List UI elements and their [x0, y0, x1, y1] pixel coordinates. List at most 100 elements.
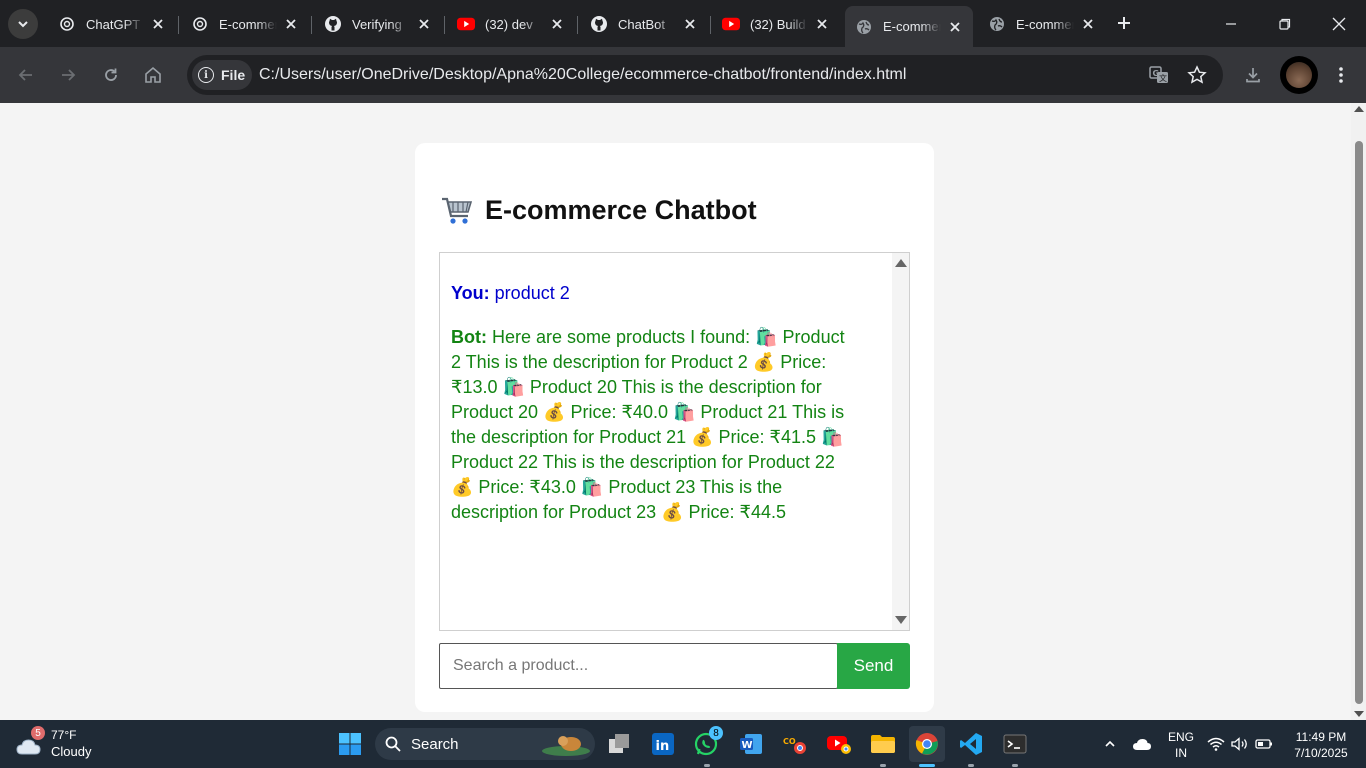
forward-button[interactable]: [52, 59, 84, 91]
restore-button[interactable]: [1258, 0, 1312, 47]
linkedin-app[interactable]: in: [645, 726, 681, 762]
start-button[interactable]: [332, 726, 368, 762]
scroll-down-arrow-icon[interactable]: [895, 616, 907, 624]
home-button[interactable]: [137, 59, 169, 91]
language-line-1: ENG: [1167, 730, 1194, 744]
send-button[interactable]: Send: [837, 643, 910, 689]
folder-icon: [871, 735, 895, 753]
page-scrollbar[interactable]: [1351, 103, 1366, 720]
file-explorer-app[interactable]: [865, 726, 901, 762]
youtube-chrome-app[interactable]: [821, 726, 857, 762]
globe-icon: [988, 15, 1006, 33]
profile-avatar[interactable]: [1280, 56, 1318, 94]
clock-time: 11:49 PM: [1295, 730, 1347, 744]
close-tab-icon[interactable]: [549, 16, 565, 32]
chevron-up-icon: [1105, 740, 1115, 747]
svg-text:in: in: [656, 739, 670, 754]
system-clock[interactable]: 11:49 PM 7/10/2025: [1286, 729, 1356, 761]
url-text[interactable]: C:/Users/user/OneDrive/Desktop/Apna%20Co…: [259, 66, 906, 84]
quick-settings-button[interactable]: [1204, 726, 1276, 762]
tab-separator: [178, 16, 179, 34]
onedrive-button[interactable]: [1124, 726, 1160, 762]
battery-icon: [1255, 739, 1272, 749]
close-tab-icon[interactable]: [150, 16, 166, 32]
tab-separator: [710, 16, 711, 34]
vscode-app[interactable]: [953, 726, 989, 762]
taskbar-search-label: Search: [411, 735, 459, 753]
minimize-icon: [1226, 22, 1236, 25]
linkedin-icon: in: [652, 733, 674, 755]
bot-message-line: ₹13.0 🛍️ Product 20 This is the descript…: [451, 377, 822, 397]
search-input[interactable]: [439, 643, 838, 689]
tab-search-button[interactable]: [8, 9, 38, 39]
tab-title: (32) dev: [485, 16, 533, 32]
language-indicator[interactable]: ENG IN: [1163, 729, 1199, 761]
tab-title: E-commerce: [883, 19, 941, 34]
colab-icon: CO: [783, 737, 806, 754]
page-title: E-commerce Chatbot: [441, 195, 757, 226]
terminal-app[interactable]: [997, 726, 1033, 762]
back-button[interactable]: [10, 59, 42, 91]
close-tab-icon[interactable]: [1080, 16, 1096, 32]
tab-title: E-commerce: [1016, 16, 1074, 32]
minimize-button[interactable]: [1204, 0, 1258, 47]
new-tab-button[interactable]: [1110, 9, 1138, 37]
chat-scrollbar[interactable]: [892, 253, 909, 630]
youtube-icon: [722, 15, 740, 33]
reload-button[interactable]: [95, 59, 127, 91]
weather-widget[interactable]: 5 77°F Cloudy: [14, 726, 124, 762]
site-info-chip[interactable]: i File: [192, 60, 252, 90]
downloads-button[interactable]: [1237, 59, 1269, 91]
scrollbar-thumb[interactable]: [1355, 141, 1363, 704]
tab-ecommerce-active[interactable]: E-commerce: [845, 6, 973, 47]
tab-youtube-dev[interactable]: (32) dev: [447, 6, 575, 42]
tab-title: E-commerce: [219, 16, 277, 32]
close-tab-icon[interactable]: [682, 16, 698, 32]
close-window-button[interactable]: [1312, 0, 1366, 47]
chrome-app[interactable]: [909, 726, 945, 762]
globe-icon: [855, 18, 873, 36]
vscode-icon: [960, 733, 982, 755]
whatsapp-app[interactable]: 8: [689, 726, 725, 762]
github-icon: [590, 15, 608, 33]
task-view-button[interactable]: [601, 726, 637, 762]
tab-youtube-build[interactable]: (32) Build: [712, 6, 840, 42]
arrow-right-icon: [62, 69, 76, 81]
scroll-up-arrow-icon[interactable]: [1354, 106, 1364, 112]
tab-ecommerce-2[interactable]: E-commerce: [978, 6, 1106, 42]
user-message-text: product 2: [494, 283, 570, 303]
youtube-icon: [827, 736, 851, 754]
svg-text:CO: CO: [783, 737, 796, 746]
bookmark-star-icon[interactable]: [1185, 63, 1209, 87]
close-tab-icon[interactable]: [283, 16, 299, 32]
running-indicator: [968, 764, 974, 767]
word-app[interactable]: W: [733, 726, 769, 762]
search-icon: [385, 736, 401, 752]
translate-icon[interactable]: G文: [1147, 63, 1171, 87]
tab-verifying[interactable]: Verifying: [314, 6, 442, 42]
arrow-left-icon: [18, 69, 32, 81]
tab-ecommerce-1[interactable]: E-commerce: [181, 6, 309, 42]
word-icon: W: [740, 734, 762, 754]
chatgpt-icon: [191, 15, 209, 33]
chatgpt-icon: [58, 15, 76, 33]
github-icon: [324, 15, 342, 33]
close-tab-icon[interactable]: [416, 16, 432, 32]
close-tab-icon[interactable]: [947, 19, 963, 35]
scroll-down-arrow-icon[interactable]: [1354, 711, 1364, 717]
browser-menu-button[interactable]: [1325, 59, 1357, 91]
show-hidden-icons-button[interactable]: [1092, 726, 1128, 762]
weather-condition: Cloudy: [51, 744, 92, 759]
close-tab-icon[interactable]: [814, 16, 830, 32]
chat-window[interactable]: You: product 2 Bot: Here are some produc…: [439, 252, 910, 631]
tab-chatgpt[interactable]: ChatGPT: [48, 6, 176, 42]
tab-separator: [577, 16, 578, 34]
colab-chrome-app[interactable]: CO: [777, 726, 813, 762]
taskbar-search[interactable]: Search: [375, 728, 595, 760]
windows-taskbar: 5 77°F Cloudy Search in 8 W CO ENG IN 11…: [0, 720, 1366, 768]
scroll-up-arrow-icon[interactable]: [895, 259, 907, 267]
address-bar[interactable]: i File C:/Users/user/OneDrive/Desktop/Ap…: [187, 55, 1223, 95]
windows-logo-icon: [339, 733, 361, 755]
tab-chatbot[interactable]: ChatBot: [580, 6, 708, 42]
chatbot-card: E-commerce Chatbot You: product 2 Bot: H…: [415, 143, 934, 712]
